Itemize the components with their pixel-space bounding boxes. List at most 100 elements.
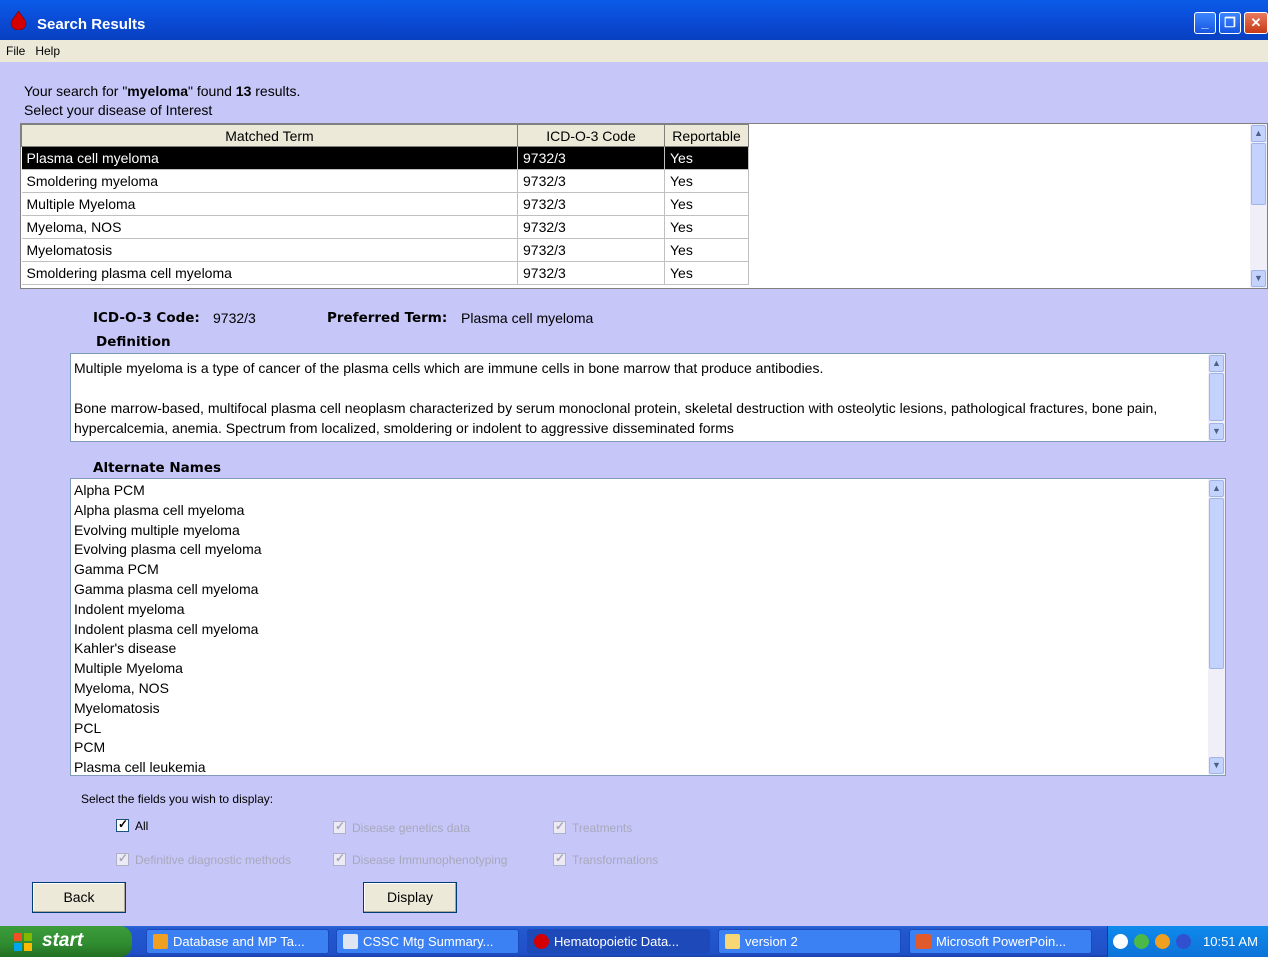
app-icon: [153, 934, 168, 949]
cell-term: Plasma cell myeloma: [21, 146, 518, 170]
cell-code: 9732/3: [517, 215, 665, 239]
definition-label: Definition: [96, 334, 171, 350]
back-button[interactable]: Back: [32, 882, 126, 913]
checkbox-icon: [333, 819, 346, 834]
list-item: Multiple Myeloma: [74, 660, 183, 677]
scroll-thumb[interactable]: [1251, 143, 1266, 205]
minimize-button[interactable]: _: [1194, 12, 1216, 34]
results-table: Matched Term ICD-O-3 Code Reportable Pla…: [21, 124, 749, 285]
scroll-thumb[interactable]: [1209, 373, 1224, 421]
table-row[interactable]: Smoldering plasma cell myeloma 9732/3 Ye…: [21, 261, 749, 285]
task-hematopoietic[interactable]: Hematopoietic Data...: [527, 929, 710, 954]
task-version-2[interactable]: version 2: [718, 929, 901, 954]
header-matched-term[interactable]: Matched Term: [21, 124, 518, 147]
cell-code: 9732/3: [517, 146, 665, 170]
cell-code: 9732/3: [517, 238, 665, 262]
cell-term: Myeloma, NOS: [21, 215, 518, 239]
scroll-down-icon[interactable]: ▼: [1209, 423, 1224, 440]
table-row[interactable]: Smoldering myeloma 9732/3 Yes: [21, 169, 749, 193]
checkbox-transformations[interactable]: Transformations: [553, 851, 658, 867]
cell-reportable: Yes: [664, 261, 749, 285]
blood-drop-icon: [10, 11, 27, 30]
search-summary: Your search for "myeloma" found 13 resul…: [24, 83, 301, 99]
system-tray: 10:51 AM: [1107, 926, 1268, 957]
checkbox-treatments[interactable]: Treatments: [553, 819, 632, 835]
checkbox-icon: [553, 819, 566, 834]
scroll-up-icon[interactable]: ▲: [1209, 355, 1224, 372]
checkbox-immunophenotyping[interactable]: Disease Immunophenotyping: [333, 851, 507, 867]
tray-monitor-icon[interactable]: [1176, 934, 1191, 949]
checkbox-icon: [116, 851, 129, 866]
list-item: Gamma plasma cell myeloma: [74, 580, 259, 597]
scroll-up-icon[interactable]: ▲: [1209, 480, 1224, 497]
alternate-names-scrollbar[interactable]: ▲ ▼: [1208, 479, 1225, 775]
cell-reportable: Yes: [664, 146, 749, 170]
scroll-down-icon[interactable]: ▼: [1251, 270, 1266, 287]
list-item: PCM: [74, 739, 106, 756]
task-powerpoint[interactable]: Microsoft PowerPoin...: [909, 929, 1092, 954]
checkbox-genetics[interactable]: Disease genetics data: [333, 819, 470, 835]
close-button[interactable]: ✕: [1244, 12, 1268, 34]
tray-network-icon[interactable]: [1134, 934, 1149, 949]
task-cssc-summary[interactable]: CSSC Mtg Summary...: [336, 929, 519, 954]
tray-expand-icon[interactable]: [1113, 934, 1128, 949]
cell-term: Multiple Myeloma: [21, 192, 518, 216]
scroll-thumb[interactable]: [1209, 498, 1224, 669]
list-item: Indolent myeloma: [74, 600, 185, 617]
list-item: Myelomatosis: [74, 699, 160, 716]
list-item: Myeloma, NOS: [74, 679, 169, 696]
cell-term: Myelomatosis: [21, 238, 518, 262]
result-count: 13: [235, 83, 252, 99]
folder-icon: [725, 934, 740, 949]
fields-label: Select the fields you wish to display:: [81, 792, 274, 806]
word-document-icon: [343, 934, 358, 949]
blood-drop-icon: [534, 934, 549, 949]
restore-button[interactable]: ❐: [1219, 12, 1241, 34]
cell-code: 9732/3: [517, 169, 665, 193]
definition-paragraph: Multiple myeloma is a type of cancer of …: [74, 360, 824, 376]
cell-code: 9732/3: [517, 192, 665, 216]
task-database[interactable]: Database and MP Ta...: [146, 929, 329, 954]
display-button[interactable]: Display: [363, 882, 457, 913]
preferred-term-label: Preferred Term:: [327, 310, 448, 326]
scroll-up-icon[interactable]: ▲: [1251, 125, 1266, 142]
definition-textbox[interactable]: Multiple myeloma is a type of cancer of …: [70, 353, 1226, 442]
start-button[interactable]: start: [0, 926, 132, 957]
table-row[interactable]: Plasma cell myeloma 9732/3 Yes: [21, 146, 749, 170]
preferred-term-value: Plasma cell myeloma: [461, 310, 594, 326]
alternate-names-list[interactable]: Alpha PCM Alpha plasma cell myeloma Evol…: [70, 478, 1226, 776]
windows-flag-icon: [14, 933, 32, 951]
tray-update-icon[interactable]: [1155, 934, 1170, 949]
list-item: Evolving plasma cell myeloma: [74, 541, 262, 558]
cell-reportable: Yes: [664, 169, 749, 193]
checkbox-icon: [553, 851, 566, 866]
table-row[interactable]: Myeloma, NOS 9732/3 Yes: [21, 215, 749, 239]
header-icd-code[interactable]: ICD-O-3 Code: [517, 124, 665, 147]
menu-help[interactable]: Help: [29, 40, 64, 58]
list-item: Evolving multiple myeloma: [74, 521, 240, 538]
list-item: Alpha plasma cell myeloma: [74, 501, 245, 518]
list-item: Alpha PCM: [74, 482, 145, 498]
menu-file[interactable]: File: [0, 40, 29, 58]
search-term: myeloma: [127, 83, 188, 99]
window-title: Search Results: [37, 16, 146, 33]
list-item: Gamma PCM: [74, 561, 159, 578]
code-label: ICD-O-3 Code:: [93, 310, 200, 326]
checkbox-icon: [116, 817, 129, 832]
results-scrollbar[interactable]: ▲ ▼: [1250, 124, 1267, 288]
list-item: Kahler's disease: [74, 640, 177, 657]
checkbox-icon: [333, 851, 346, 866]
checkbox-diagnostic[interactable]: Definitive diagnostic methods: [116, 851, 291, 867]
select-instruction: Select your disease of Interest: [24, 102, 213, 118]
table-row[interactable]: Multiple Myeloma 9732/3 Yes: [21, 192, 749, 216]
cell-reportable: Yes: [664, 215, 749, 239]
table-row[interactable]: Myelomatosis 9732/3 Yes: [21, 238, 749, 262]
definition-paragraph: Bone marrow-based, multifocal plasma cel…: [74, 400, 1158, 436]
checkbox-all[interactable]: All: [116, 817, 148, 833]
definition-scrollbar[interactable]: ▲ ▼: [1208, 354, 1225, 441]
list-item: Plasma cell leukemia: [74, 759, 206, 776]
results-grid[interactable]: Matched Term ICD-O-3 Code Reportable Pla…: [20, 123, 1268, 289]
header-reportable[interactable]: Reportable: [664, 124, 749, 147]
powerpoint-icon: [916, 934, 931, 949]
scroll-down-icon[interactable]: ▼: [1209, 757, 1224, 774]
